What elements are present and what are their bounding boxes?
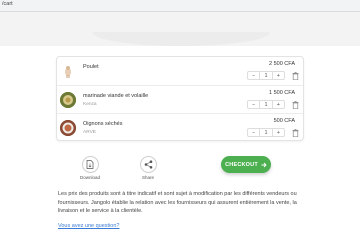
quantity-value: 1 [259, 72, 273, 79]
product-price: 2 500 CFA [269, 61, 295, 67]
decrease-button[interactable]: − [248, 72, 259, 79]
product-name[interactable]: Poulet [83, 64, 99, 70]
quantity-stepper: − 1 + [247, 128, 285, 137]
increase-button[interactable]: + [273, 101, 284, 108]
product-name[interactable]: marinade viande et volaille [83, 93, 148, 99]
decrease-button[interactable]: − [248, 101, 259, 108]
product-thumbnail [60, 92, 76, 108]
cart-item: marinade viande et volaille Kenza 1 500 … [57, 85, 303, 113]
product-price: 500 CFA [273, 118, 295, 124]
cart-items-card: Poulet 2 500 CFA − 1 + marinade viande e… [56, 56, 304, 141]
increase-button[interactable]: + [273, 72, 284, 79]
share-label: Share [141, 175, 154, 180]
share-action[interactable]: Share [133, 156, 163, 180]
checkout-button[interactable]: CHECKOUT [221, 156, 271, 173]
browser-url-bar[interactable]: /cart [0, 0, 360, 12]
product-thumbnail [60, 120, 76, 136]
download-label: Download [79, 175, 100, 180]
decrease-button[interactable]: − [248, 129, 259, 136]
checkout-label: CHECKOUT [225, 161, 258, 168]
document-icon [86, 160, 94, 169]
price-disclaimer: Les prix des produits sont à titre indic… [58, 191, 297, 214]
increase-button[interactable]: + [273, 129, 284, 136]
product-thumbnail [60, 63, 76, 79]
header-band [0, 12, 360, 46]
arrow-right-icon [261, 162, 267, 167]
quantity-stepper: − 1 + [247, 100, 285, 109]
cart-item: Oignons séchés ARVE 500 CFA − 1 + [57, 113, 303, 141]
question-link[interactable]: Vous avez une question? [58, 223, 119, 229]
share-icon [144, 160, 152, 169]
download-button[interactable] [81, 156, 99, 173]
trash-icon[interactable] [292, 72, 299, 80]
download-action[interactable]: Download [75, 156, 105, 180]
trash-icon[interactable] [292, 101, 299, 109]
product-vendor: ARVE [83, 130, 96, 135]
trash-icon[interactable] [292, 129, 299, 137]
cart-item: Poulet 2 500 CFA − 1 + [57, 57, 303, 85]
product-price: 1 500 CFA [269, 90, 295, 96]
header-arc [92, 32, 270, 46]
product-name[interactable]: Oignons séchés [83, 121, 122, 127]
share-button[interactable] [139, 156, 157, 173]
quantity-value: 1 [259, 101, 273, 108]
url-text: /cart [2, 1, 13, 7]
quantity-value: 1 [259, 129, 273, 136]
product-vendor: Kenza [83, 102, 97, 107]
quantity-stepper: − 1 + [247, 71, 285, 80]
